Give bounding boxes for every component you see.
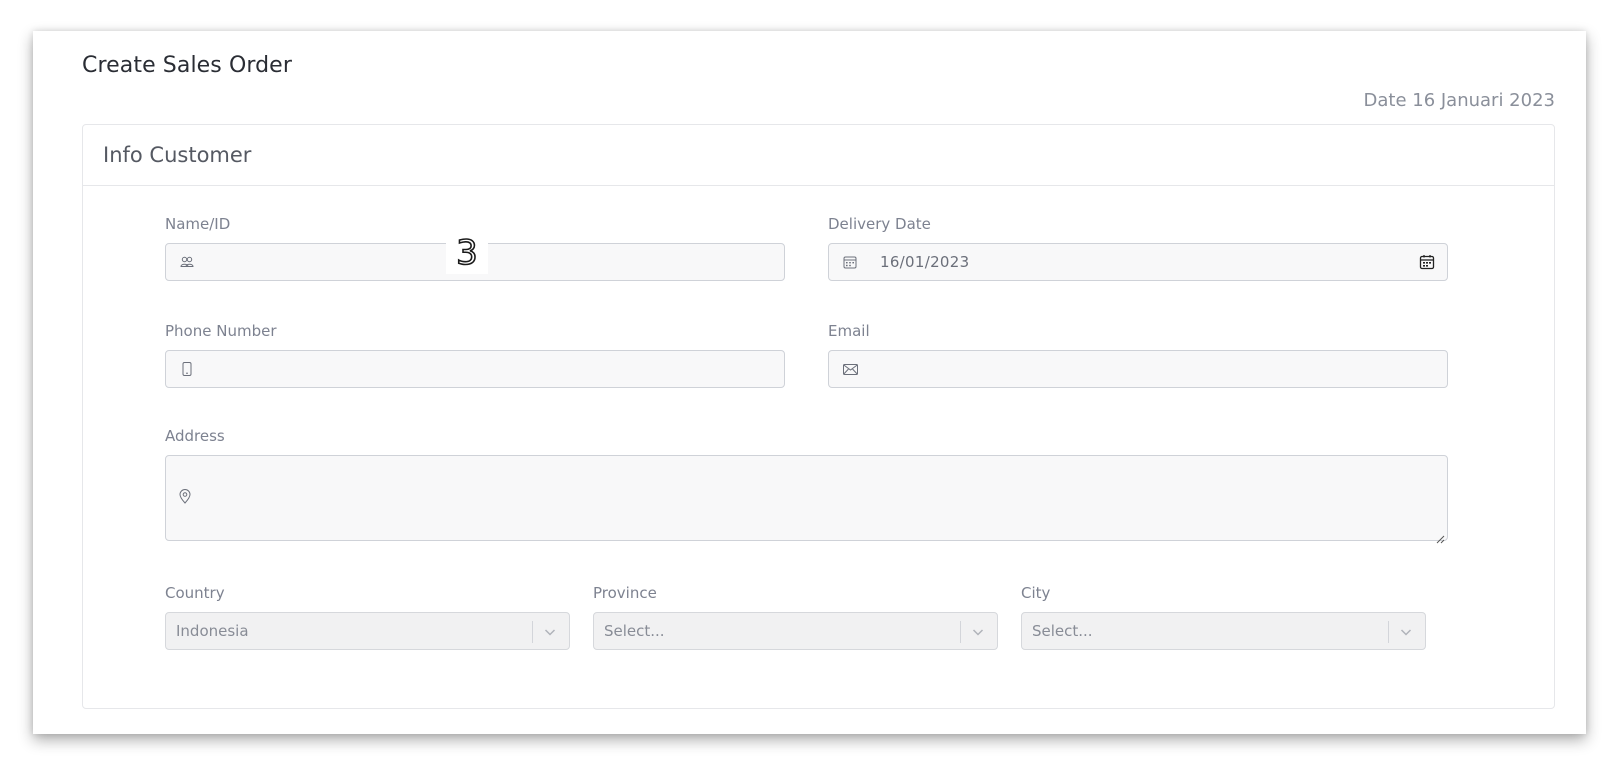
resize-handle-icon[interactable] <box>1436 529 1445 544</box>
envelope-icon <box>842 361 858 377</box>
address-textarea[interactable] <box>165 455 1448 544</box>
province-select-divider <box>960 621 961 643</box>
city-field: City Select... <box>1021 584 1426 650</box>
users-icon <box>179 254 195 270</box>
phone-label: Phone Number <box>165 322 277 340</box>
country-select[interactable]: Indonesia <box>165 612 570 650</box>
app-window: Create Sales Order Date 16 Januari 2023 … <box>33 31 1586 734</box>
phone-input[interactable] <box>165 350 785 388</box>
delivery-date-value: 16/01/2023 <box>880 253 970 271</box>
country-field: Country Indonesia <box>165 584 570 650</box>
delivery-date-input[interactable]: 16/01/2023 <box>828 243 1448 281</box>
country-label: Country <box>165 584 225 602</box>
chevron-down-icon[interactable] <box>970 624 986 640</box>
province-value: Select... <box>604 622 665 640</box>
calendar-picker-icon[interactable] <box>1419 254 1435 270</box>
phone-field: Phone Number <box>165 322 785 388</box>
country-select-divider <box>532 621 533 643</box>
email-field: Email <box>828 322 1448 388</box>
name-label: Name/ID <box>165 215 231 233</box>
delivery-date-field: Delivery Date 16/01/2023 <box>828 215 1448 281</box>
country-value: Indonesia <box>176 622 249 640</box>
calendar-icon <box>842 254 858 270</box>
map-pin-icon <box>179 489 195 505</box>
order-date: Date 16 Januari 2023 <box>1363 90 1556 111</box>
province-field: Province Select... <box>593 584 998 650</box>
delivery-date-label: Delivery Date <box>828 215 931 233</box>
email-input[interactable] <box>828 350 1448 388</box>
city-select-divider <box>1388 621 1389 643</box>
city-label: City <box>1021 584 1051 602</box>
page-title: Create Sales Order <box>82 53 292 78</box>
step-marker-badge: 3 <box>446 232 488 274</box>
address-field: Address <box>165 427 1448 544</box>
email-label: Email <box>828 322 870 340</box>
city-value: Select... <box>1032 622 1093 640</box>
city-select[interactable]: Select... <box>1021 612 1426 650</box>
chevron-down-icon[interactable] <box>542 624 558 640</box>
mobile-phone-icon <box>179 361 195 377</box>
info-customer-card: Info Customer Name/ID Delivery Date 16/0… <box>82 124 1555 709</box>
chevron-down-icon[interactable] <box>1398 624 1414 640</box>
address-label: Address <box>165 427 225 445</box>
card-header: Info Customer <box>83 125 1554 186</box>
card-title: Info Customer <box>103 143 252 167</box>
province-label: Province <box>593 584 657 602</box>
province-select[interactable]: Select... <box>593 612 998 650</box>
